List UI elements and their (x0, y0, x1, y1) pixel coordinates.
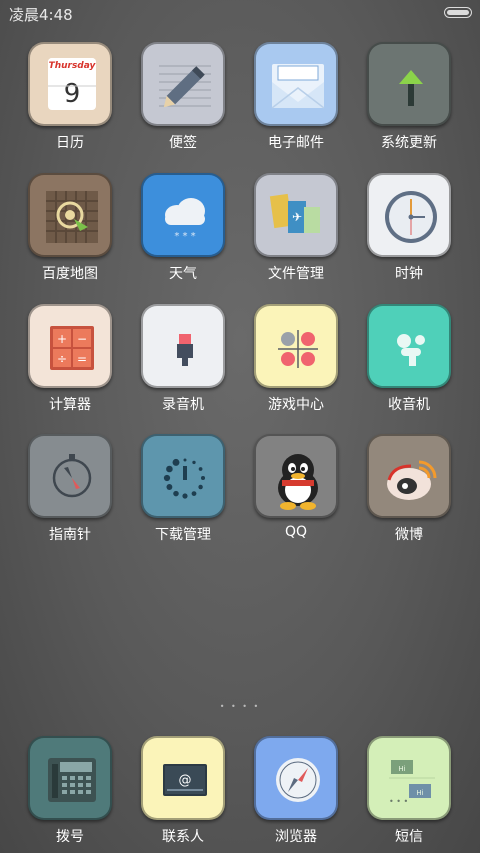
app-label: 录音机 (162, 397, 204, 413)
status-bar: 凌晨4:48 (0, 0, 480, 26)
app-cloud-snow[interactable]: * * * 天气 (128, 173, 238, 283)
calendar-icon[interactable]: Thursday 9 (28, 42, 112, 126)
app-label: 文件管理 (268, 266, 324, 282)
app-label: 拨号 (56, 829, 84, 845)
app-calendar[interactable]: Thursday 9 日历 (15, 42, 125, 152)
svg-text:9: 9 (64, 79, 81, 109)
app-label: 短信 (395, 829, 423, 845)
app-label: 日历 (56, 135, 84, 151)
app-label: 天气 (169, 266, 197, 282)
app-label: 时钟 (395, 266, 423, 282)
map-target-icon[interactable] (28, 173, 112, 257)
app-microphone[interactable]: 录音机 (128, 304, 238, 414)
svg-text:✈: ✈ (292, 210, 302, 224)
download-spinner-icon[interactable] (141, 434, 225, 518)
app-map-target[interactable]: 百度地图 (15, 173, 125, 283)
page-indicator[interactable]: • • • • (0, 702, 480, 711)
message-bubbles-icon[interactable]: Hi Hi • • • (367, 736, 451, 820)
app-clock[interactable]: 时钟 (354, 173, 464, 283)
app-weibo[interactable]: 微博 (354, 434, 464, 544)
svg-text:=: = (77, 352, 87, 366)
svg-text:Thursday: Thursday (49, 61, 97, 71)
app-calculator[interactable]: + − ÷ = 计算器 (15, 304, 125, 414)
app-label: 指南针 (49, 527, 91, 543)
app-label: 系统更新 (381, 135, 437, 151)
app-label: 联系人 (162, 829, 204, 845)
app-radio[interactable]: 收音机 (354, 304, 464, 414)
app-compass[interactable]: 指南针 (15, 434, 125, 544)
browser-compass-icon[interactable] (254, 736, 338, 820)
qq-penguin-icon[interactable] (254, 434, 338, 518)
app-game-dots[interactable]: 游戏中心 (241, 304, 351, 414)
app-label: 游戏中心 (268, 397, 324, 413)
microphone-icon[interactable] (141, 304, 225, 388)
app-label: 计算器 (49, 397, 91, 413)
app-qq-penguin[interactable]: QQ (241, 434, 351, 540)
weibo-icon[interactable] (367, 434, 451, 518)
svg-text:• • •: • • • (389, 797, 408, 806)
clock-icon[interactable] (367, 173, 451, 257)
battery-icon (444, 7, 472, 18)
app-files[interactable]: ✈ 文件管理 (241, 173, 351, 283)
app-label: 下载管理 (155, 527, 211, 543)
clock-text: 凌晨4:48 (9, 6, 73, 24)
contact-card-icon[interactable]: @ (141, 736, 225, 820)
app-label: 收音机 (388, 397, 430, 413)
app-label: 浏览器 (275, 829, 317, 845)
svg-text:@: @ (179, 773, 192, 788)
update-arrow-icon[interactable] (367, 42, 451, 126)
app-download-spinner[interactable]: 下载管理 (128, 434, 238, 544)
files-icon[interactable]: ✈ (254, 173, 338, 257)
radio-icon[interactable] (367, 304, 451, 388)
dock-phone-keypad[interactable]: 拨号 (15, 736, 125, 846)
app-label: 微博 (395, 527, 423, 543)
compass-icon[interactable] (28, 434, 112, 518)
dock-message-bubbles[interactable]: Hi Hi • • • 短信 (354, 736, 464, 846)
app-label: 便签 (169, 135, 197, 151)
svg-text:÷: ÷ (57, 352, 67, 366)
pencil-notes-icon[interactable] (141, 42, 225, 126)
app-label: 电子邮件 (268, 135, 324, 151)
dock-browser-compass[interactable]: 浏览器 (241, 736, 351, 846)
svg-text:Hi: Hi (398, 765, 405, 773)
game-dots-icon[interactable] (254, 304, 338, 388)
svg-text:−: − (77, 332, 87, 346)
calculator-icon[interactable]: + − ÷ = (28, 304, 112, 388)
phone-keypad-icon[interactable] (28, 736, 112, 820)
app-label: 百度地图 (42, 266, 98, 282)
app-envelope[interactable]: 电子邮件 (241, 42, 351, 152)
app-label: QQ (284, 524, 308, 540)
dock-contact-card[interactable]: @ 联系人 (128, 736, 238, 846)
cloud-snow-icon[interactable]: * * * (141, 173, 225, 257)
svg-text:* * *: * * * (174, 231, 195, 242)
svg-text:Hi: Hi (416, 789, 423, 797)
svg-text:+: + (57, 332, 67, 346)
app-pencil-notes[interactable]: 便签 (128, 42, 238, 152)
envelope-icon[interactable] (254, 42, 338, 126)
app-update-arrow[interactable]: 系统更新 (354, 42, 464, 152)
